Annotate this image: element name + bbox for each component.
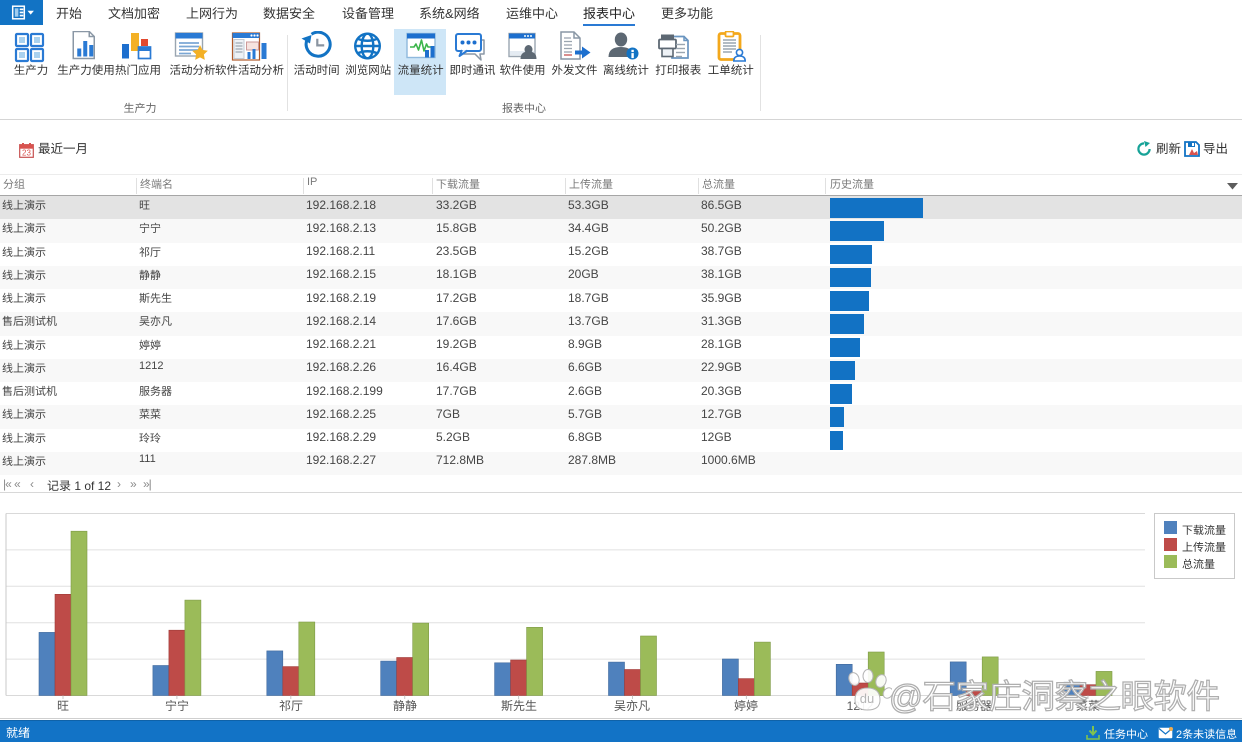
- svg-text:吴亦凡: 吴亦凡: [614, 699, 650, 713]
- svg-text:23: 23: [22, 149, 31, 158]
- svg-text:静静: 静静: [393, 699, 417, 713]
- svg-text:旺: 旺: [57, 699, 69, 713]
- svg-text:斯先生: 斯先生: [501, 699, 537, 713]
- svg-text:宁宁: 宁宁: [165, 699, 189, 713]
- svg-text:du: du: [860, 691, 874, 706]
- svg-text:祁厅: 祁厅: [279, 699, 303, 713]
- svg-text:婷婷: 婷婷: [734, 699, 758, 713]
